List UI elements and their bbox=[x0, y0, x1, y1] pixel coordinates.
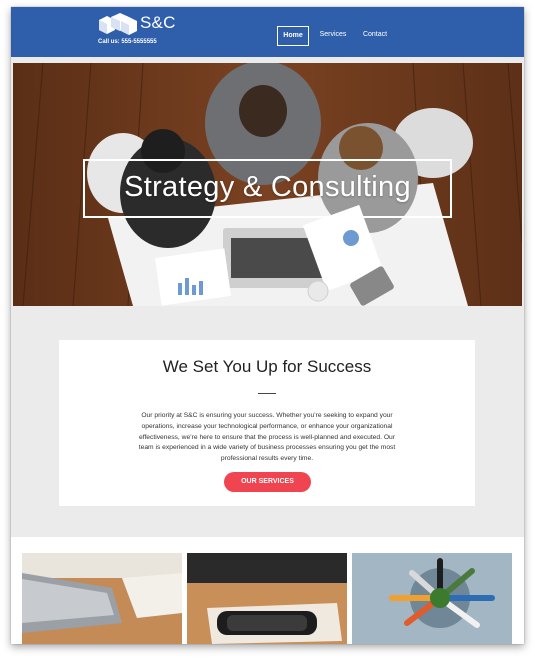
intro-title: We Set You Up for Success bbox=[162, 357, 372, 376]
hero-banner: Strategy & Consulting bbox=[13, 63, 522, 306]
our-services-button[interactable]: OUR SERVICES bbox=[224, 472, 311, 492]
phone-tagline: Call us: 555-5555555 bbox=[98, 39, 157, 45]
title-divider bbox=[258, 393, 276, 394]
brand-name[interactable]: S&C bbox=[140, 13, 176, 33]
site-header: S&C Call us: 555-5555555 Home Services C… bbox=[11, 7, 524, 57]
nav-contact[interactable]: Contact bbox=[361, 26, 389, 44]
intro-card: We Set You Up for Success Our priority a… bbox=[59, 340, 475, 506]
thumb-markers-photo[interactable] bbox=[352, 553, 512, 644]
thumb-phone-photo[interactable] bbox=[187, 553, 347, 644]
thumb-laptop-photo[interactable] bbox=[22, 553, 182, 644]
thumbnail-strip bbox=[11, 537, 524, 644]
browser-page: S&C Call us: 555-5555555 Home Services C… bbox=[11, 7, 524, 644]
intro-body: Our priority at S&C is ensuring your suc… bbox=[138, 412, 396, 463]
hero-title: Strategy & Consulting bbox=[124, 171, 411, 203]
nav-services[interactable]: Services bbox=[317, 26, 349, 44]
cubes-logo-icon[interactable] bbox=[97, 12, 139, 36]
nav-home[interactable]: Home bbox=[277, 26, 309, 46]
